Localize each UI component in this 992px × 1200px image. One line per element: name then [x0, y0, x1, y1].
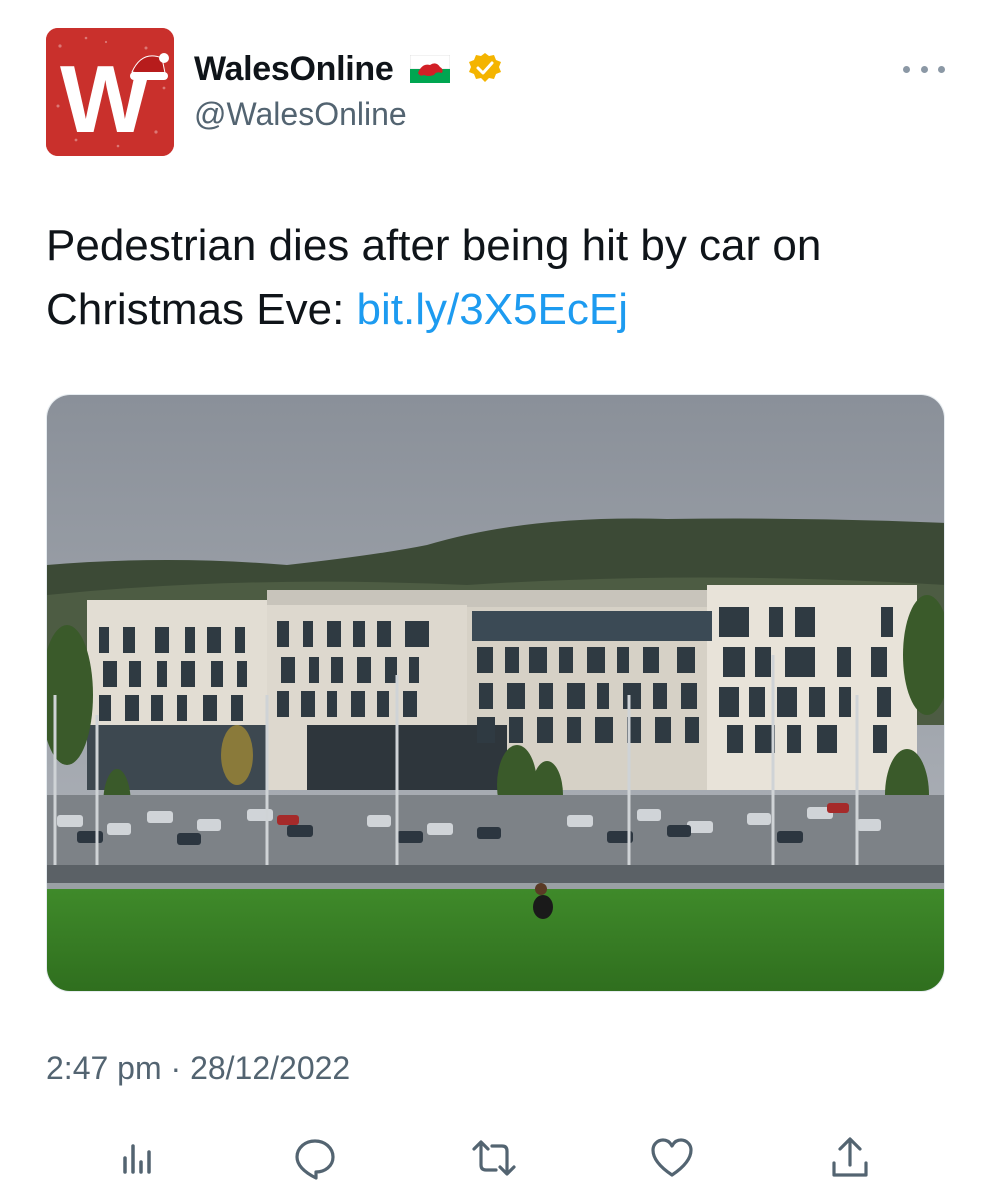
tweet-date: 28/12/2022 — [190, 1050, 351, 1086]
tweet-time: 2:47 pm — [46, 1050, 162, 1086]
retweet-button[interactable] — [464, 1128, 524, 1188]
tweet-action-bar — [0, 1128, 992, 1188]
heart-icon — [651, 1138, 693, 1177]
avatar[interactable]: W — [46, 28, 174, 156]
more-dot — [903, 65, 910, 73]
photo-building-scene — [47, 395, 944, 991]
reply-button[interactable] — [285, 1128, 345, 1188]
tweet-photo[interactable] — [46, 394, 945, 992]
handle[interactable]: @WalesOnline — [194, 96, 407, 133]
display-name[interactable]: WalesOnline — [194, 50, 394, 89]
tweet-timestamp[interactable]: 2:47 pm · 28/12/2022 — [46, 1050, 350, 1087]
retweet-icon — [472, 1140, 516, 1176]
tweet-text: Pedestrian dies after being hit by car o… — [46, 214, 956, 342]
share-icon — [832, 1137, 868, 1177]
account-name-row[interactable]: WalesOnline — [194, 46, 502, 92]
walesonline-logo: W — [46, 28, 174, 156]
comment-icon — [295, 1139, 335, 1180]
bar-chart-icon — [123, 1144, 151, 1174]
meta-separator: · — [170, 1050, 182, 1086]
more-options-icon[interactable] — [903, 55, 945, 83]
share-button[interactable] — [820, 1128, 880, 1188]
like-button[interactable] — [642, 1128, 702, 1188]
tweet-link[interactable]: bit.ly/3X5EcEj — [357, 285, 628, 334]
analytics-button[interactable] — [107, 1128, 167, 1188]
verified-badge-icon — [468, 53, 501, 82]
svg-text:W: W — [60, 46, 151, 153]
wales-flag-icon — [409, 55, 450, 83]
more-dot — [920, 65, 928, 73]
more-dot — [938, 65, 945, 73]
